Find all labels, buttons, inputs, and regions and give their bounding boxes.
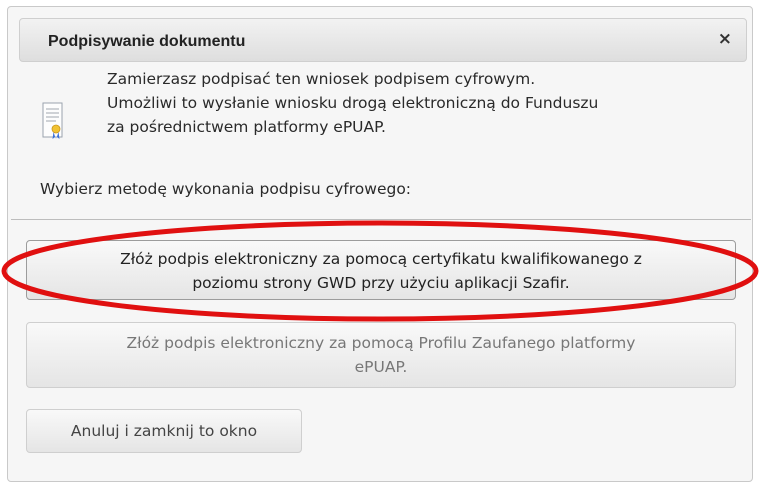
certificate-document-icon bbox=[42, 102, 63, 140]
info-line: Zamierzasz podpisać ten wniosek podpisem… bbox=[107, 70, 536, 88]
info-line: za pośrednictwem platformy ePUAP. bbox=[107, 118, 386, 136]
info-line: Umożliwi to wysłanie wniosku drogą elekt… bbox=[107, 94, 599, 112]
divider bbox=[11, 219, 751, 220]
dialog-title: Podpisywanie dokumentu bbox=[48, 33, 246, 50]
sign-szafir-button-line: poziomu strony GWD przy użyciu aplikacji… bbox=[192, 274, 570, 292]
cancel-button[interactable]: Anuluj i zamknij to okno bbox=[26, 409, 302, 453]
info-text: Zamierzasz podpisać ten wniosek podpisem… bbox=[107, 67, 747, 139]
sign-szafir-button-line: Złóż podpis elektroniczny za pomocą cert… bbox=[120, 250, 642, 268]
close-icon[interactable]: × bbox=[718, 29, 732, 49]
choose-method-label: Wybierz metodę wykonania podpisu cyfrowe… bbox=[40, 180, 412, 198]
sign-epuap-button-line: ePUAP. bbox=[354, 358, 408, 376]
sign-szafir-button[interactable]: Złóż podpis elektroniczny za pomocą cert… bbox=[26, 240, 736, 300]
dialog-titlebar[interactable]: Podpisywanie dokumentu × bbox=[19, 18, 747, 62]
sign-epuap-button[interactable]: Złóż podpis elektroniczny za pomocą Prof… bbox=[26, 322, 736, 388]
sign-epuap-button-line: Złóż podpis elektroniczny za pomocą Prof… bbox=[126, 334, 636, 352]
